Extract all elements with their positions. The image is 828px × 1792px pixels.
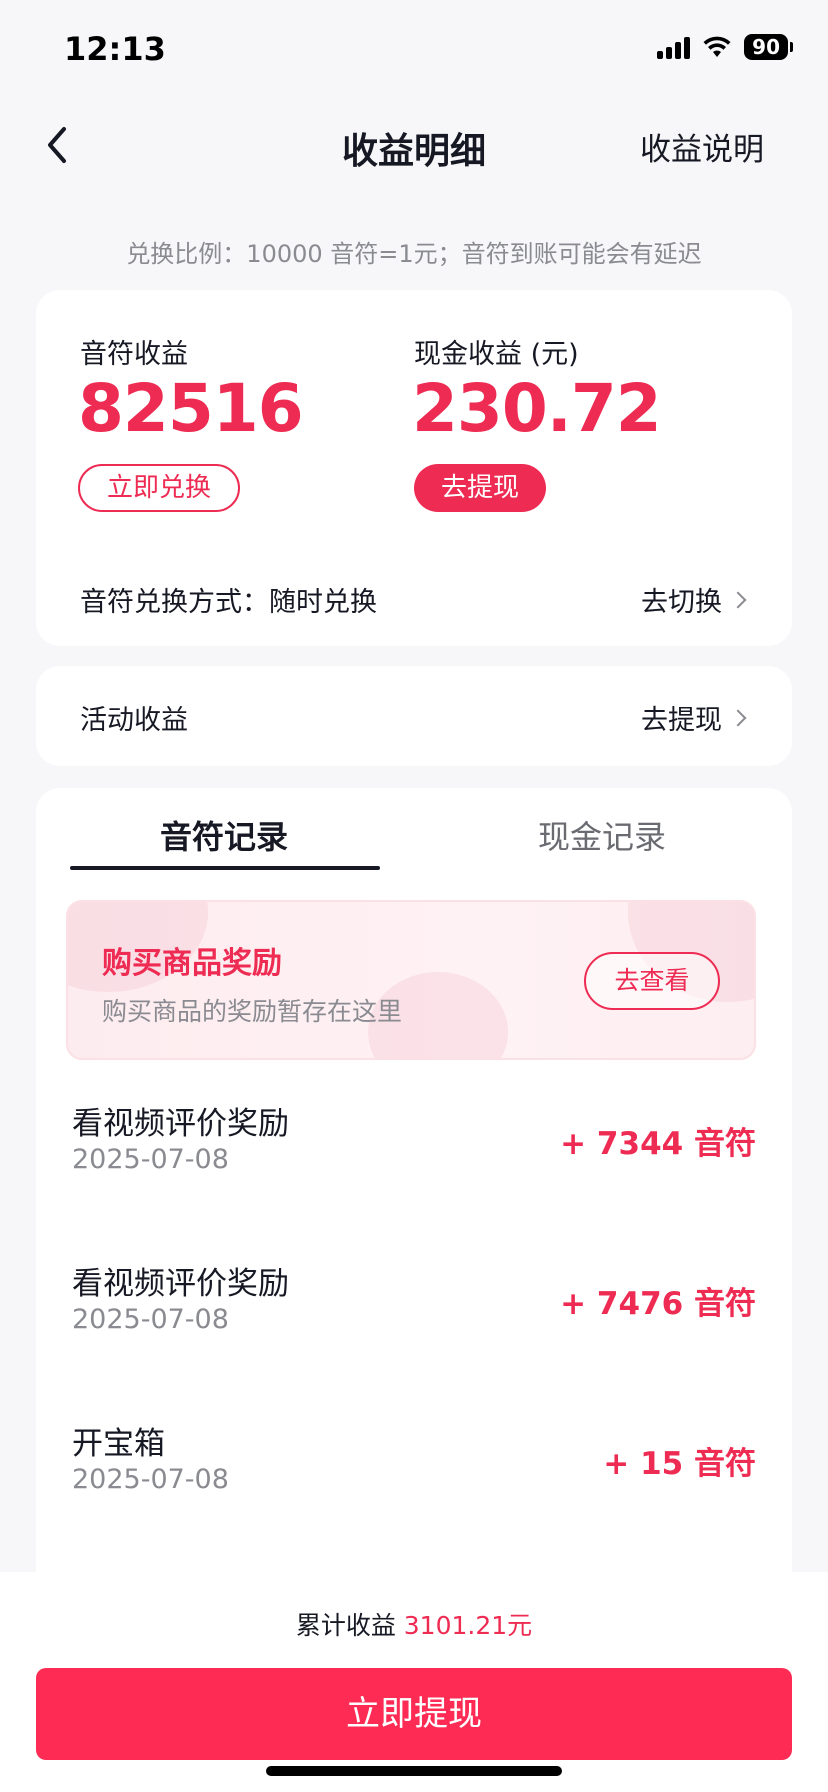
record-amount: + 15 音符: [603, 1446, 756, 1482]
total-earnings-label: 累计收益: [295, 1611, 396, 1640]
record-amount: + 7344 音符: [560, 1126, 756, 1162]
record-title: 看视频评价奖励: [72, 1106, 289, 1142]
withdraw-now-button[interactable]: 立即提现: [36, 1668, 792, 1760]
purchase-reward-banner: 购买商品奖励 购买商品的奖励暂存在这里 去查看: [66, 900, 756, 1060]
exchange-rate-note: 兑换比例：10000 音符=1元；音符到账可能会有延迟: [126, 240, 702, 268]
status-time: 12:13: [64, 30, 166, 68]
record-title: 看视频评价奖励: [72, 1266, 289, 1302]
nav-bar: 收益明细 收益说明: [0, 100, 828, 190]
status-bar: 12:13 90: [0, 0, 828, 100]
total-earnings-amount: 3101.21元: [403, 1611, 533, 1640]
cash-earnings-value: 230.72: [412, 370, 662, 447]
cash-withdraw-button[interactable]: 去提现: [414, 464, 546, 512]
activity-withdraw-label: 去提现: [641, 705, 722, 736]
chevron-right-icon: [729, 591, 747, 608]
switch-mode-label: 去切换: [641, 587, 722, 618]
total-earnings: 累计收益 3101.21元: [0, 1606, 828, 1642]
list-item: 看视频评价奖励 2025-07-08 + 7344 音符: [72, 1098, 756, 1208]
record-amount: + 7476 音符: [560, 1286, 756, 1322]
notes-earnings-value: 82516: [78, 370, 304, 447]
promo-subtitle: 购买商品的奖励暂存在这里: [102, 997, 403, 1026]
bottom-bar: 累计收益 3101.21元 立即提现: [0, 1572, 828, 1792]
list-item: 开宝箱 2025-07-08 + 15 音符: [72, 1418, 756, 1528]
switch-mode-link[interactable]: 去切换: [641, 580, 747, 619]
activity-earnings-card: 活动收益 去提现: [36, 666, 792, 766]
record-title: 开宝箱: [72, 1426, 165, 1462]
earnings-explanation-link[interactable]: 收益说明: [640, 124, 764, 169]
record-date: 2025-07-08: [72, 1144, 229, 1175]
notes-earnings-label: 音符收益: [80, 339, 188, 370]
record-date: 2025-07-08: [72, 1304, 229, 1335]
tab-notes-records[interactable]: 音符记录: [160, 812, 288, 858]
activity-withdraw-link[interactable]: 去提现: [641, 698, 747, 737]
tab-cash-records[interactable]: 现金记录: [538, 812, 666, 858]
status-icons: 90: [657, 34, 793, 60]
exchange-mode-label: 音符兑换方式：随时兑换: [80, 587, 377, 618]
chevron-right-icon: [729, 709, 747, 726]
home-indicator: [266, 1766, 562, 1776]
cellular-signal-icon: [657, 35, 691, 59]
battery-icon: 90: [744, 34, 793, 60]
view-rewards-button[interactable]: 去查看: [584, 952, 720, 1010]
list-item: 看视频评价奖励 2025-07-08 + 7476 音符: [72, 1258, 756, 1368]
cash-earnings-label: 现金收益 (元): [414, 339, 579, 370]
wifi-icon: [703, 36, 731, 57]
active-tab-indicator: [70, 866, 380, 870]
activity-earnings-label: 活动收益: [80, 705, 188, 736]
promo-title: 购买商品奖励: [102, 946, 282, 981]
record-date: 2025-07-08: [72, 1464, 229, 1495]
exchange-now-button[interactable]: 立即兑换: [78, 464, 240, 512]
earnings-card: 音符收益 82516 立即兑换 现金收益 (元) 230.72 去提现 音符兑换…: [36, 290, 792, 646]
